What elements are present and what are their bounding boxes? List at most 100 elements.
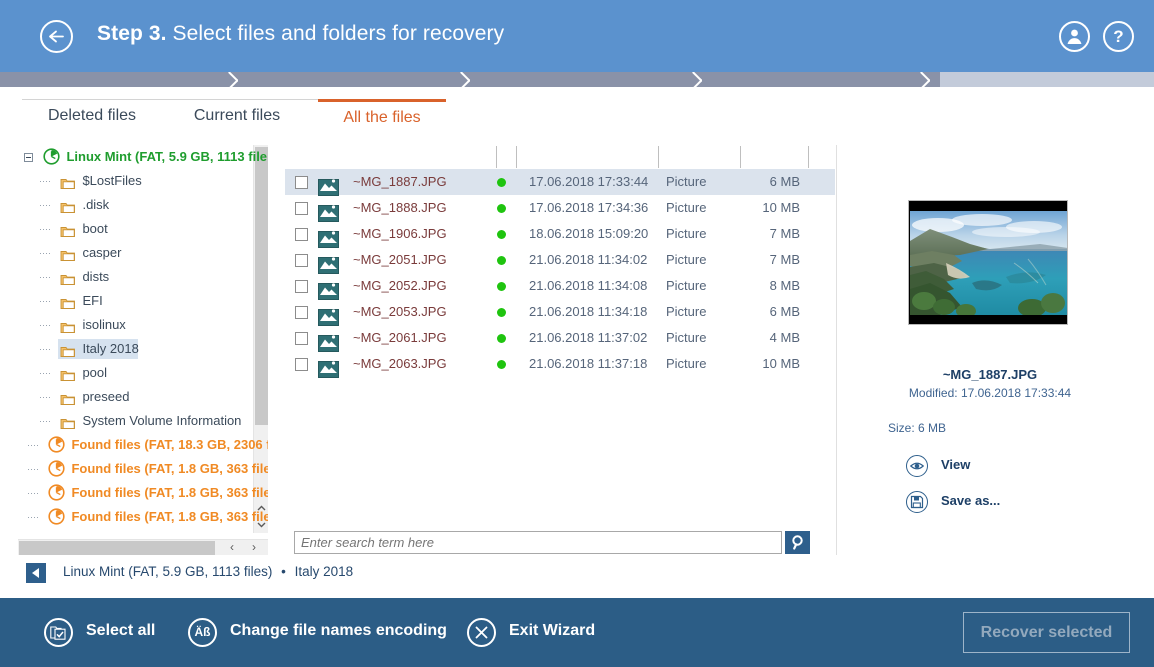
disk-clock-icon [48, 483, 66, 501]
table-row[interactable]: ~MG_2051.JPG 21.06.2018 11:34:02 Picture… [285, 247, 835, 274]
tree-item-lostfiles[interactable]: $LostFiles [18, 169, 268, 193]
tree-item-label: pool [82, 365, 108, 380]
tree-item-casper[interactable]: casper [18, 241, 268, 265]
tree-item-label: .disk [82, 197, 110, 212]
tree-item-found-files-4[interactable]: Found files (FAT, 1.8 GB, 363 files [18, 505, 268, 529]
progress-chevron [692, 72, 702, 87]
breadcrumb-back-button[interactable] [26, 563, 46, 583]
folder-icon [60, 222, 76, 237]
disk-clock-icon [48, 507, 66, 525]
file-size: 6 MB [769, 174, 800, 189]
picture-icon [318, 179, 339, 196]
user-account-button[interactable] [1059, 21, 1090, 52]
status-dot-good [497, 360, 506, 369]
breadcrumb-separator: • [281, 564, 286, 579]
tree-item-dists[interactable]: dists [18, 265, 268, 289]
help-button[interactable]: ? [1103, 21, 1134, 52]
recover-selected-button[interactable]: Recover selected [963, 612, 1130, 653]
file-name: ~MG_2063.JPG [353, 356, 447, 371]
tree-item-italy-2018[interactable]: Italy 2018 [18, 337, 268, 361]
row-checkbox[interactable] [295, 306, 308, 319]
search-input[interactable] [294, 531, 782, 554]
row-checkbox[interactable] [295, 332, 308, 345]
column-divider[interactable] [658, 146, 659, 168]
tree-item-found-files-2[interactable]: Found files (FAT, 1.8 GB, 363 files [18, 457, 268, 481]
floppy-disk-icon [906, 491, 928, 513]
footer-toolbar: Select all Äß Change file names encoding… [0, 598, 1154, 667]
file-preview-panel: ~MG_1887.JPG Modified: 17.06.2018 17:33:… [860, 145, 1140, 555]
tree-connector [28, 467, 38, 471]
scroll-left-button[interactable]: ‹ [224, 540, 240, 555]
file-list-header [285, 145, 835, 170]
tree-item-found-files-3[interactable]: Found files (FAT, 1.8 GB, 363 files [18, 481, 268, 505]
tree-item-disk[interactable]: .disk [18, 193, 268, 217]
file-type: Picture [666, 252, 707, 267]
encoding-glyph: Äß [194, 625, 211, 639]
file-name: ~MG_2053.JPG [353, 304, 447, 319]
row-checkbox[interactable] [295, 280, 308, 293]
row-checkbox[interactable] [295, 358, 308, 371]
title-text: Select files and folders for recovery [172, 22, 505, 45]
file-type: Picture [666, 200, 707, 215]
file-type: Picture [666, 174, 707, 189]
scrollbar-thumb[interactable] [255, 147, 268, 425]
table-row[interactable]: ~MG_1906.JPG 18.06.2018 15:09:20 Picture… [285, 221, 835, 248]
page-title: Step 3. Select files and folders for rec… [97, 22, 504, 46]
tree-item-preseed[interactable]: preseed [18, 385, 268, 409]
table-row[interactable]: ~MG_2061.JPG 21.06.2018 11:37:02 Picture… [285, 325, 835, 352]
file-list-panel: ~MG_1887.JPG 17.06.2018 17:33:44 Picture… [285, 145, 835, 555]
status-dot-good [497, 256, 506, 265]
folder-icon [60, 246, 76, 261]
save-as-label: Save as... [941, 493, 1001, 508]
table-row[interactable]: ~MG_2063.JPG 21.06.2018 11:37:18 Picture… [285, 351, 835, 378]
tree-item-label: Linux Mint (FAT, 5.9 GB, 1113 file [66, 149, 268, 164]
file-size: 4 MB [769, 330, 800, 345]
tree-item-root-volume[interactable]: Linux Mint (FAT, 5.9 GB, 1113 file [18, 145, 268, 169]
column-divider[interactable] [496, 146, 497, 168]
scroll-right-button[interactable]: › [246, 540, 262, 555]
folder-icon [60, 318, 76, 333]
table-row[interactable]: ~MG_1887.JPG 17.06.2018 17:33:44 Picture… [285, 169, 835, 196]
row-checkbox[interactable] [295, 228, 308, 241]
folder-icon [60, 174, 76, 189]
tab-label: All the files [343, 109, 421, 126]
collapse-icon[interactable] [24, 152, 33, 162]
tree-item-boot[interactable]: boot [18, 217, 268, 241]
tab-current-files[interactable]: Current files [167, 99, 307, 132]
tree-item-label: casper [82, 245, 122, 260]
tree-item-isolinux[interactable]: isolinux [18, 313, 268, 337]
tree-item-found-files-1[interactable]: Found files (FAT, 18.3 GB, 2306 fi [18, 433, 268, 457]
table-row[interactable]: ~MG_1888.JPG 17.06.2018 17:34:36 Picture… [285, 195, 835, 222]
file-date: 21.06.2018 11:37:18 [529, 356, 648, 371]
column-divider[interactable] [808, 146, 809, 168]
tree-item-pool[interactable]: pool [18, 361, 268, 385]
table-row[interactable]: ~MG_2053.JPG 21.06.2018 11:34:18 Picture… [285, 299, 835, 326]
file-size: 8 MB [769, 278, 800, 293]
breadcrumb-current[interactable]: Italy 2018 [295, 564, 354, 579]
sidebar-horizontal-scrollbar[interactable]: ‹ › [18, 539, 268, 555]
table-row[interactable]: ~MG_2052.JPG 21.06.2018 11:34:08 Picture… [285, 273, 835, 300]
tab-all-files[interactable]: All the files [318, 99, 446, 132]
status-dot-good [497, 204, 506, 213]
tree-connector [40, 251, 50, 255]
row-checkbox[interactable] [295, 254, 308, 267]
search-button[interactable] [785, 531, 810, 554]
tab-deleted-files[interactable]: Deleted files [22, 99, 162, 132]
row-checkbox[interactable] [295, 176, 308, 189]
column-divider[interactable] [740, 146, 741, 168]
tree-item-label: Italy 2018 [82, 341, 139, 356]
file-size: 10 MB [762, 356, 800, 371]
breadcrumb-root[interactable]: Linux Mint (FAT, 5.9 GB, 1113 files) [63, 564, 272, 579]
row-checkbox[interactable] [295, 202, 308, 215]
scrollbar-thumb[interactable] [19, 541, 215, 555]
tree-connector [40, 371, 50, 375]
column-divider[interactable] [516, 146, 517, 168]
folder-icon [60, 390, 76, 405]
tree-item-system-volume-information[interactable]: System Volume Information [18, 409, 268, 433]
status-dot-good [497, 178, 506, 187]
file-name: ~MG_1888.JPG [353, 200, 447, 215]
tree-item-efi[interactable]: EFI [18, 289, 268, 313]
back-button[interactable] [40, 20, 73, 53]
breadcrumb-text: Linux Mint (FAT, 5.9 GB, 1113 files) • I… [63, 564, 353, 579]
tree-connector [40, 227, 50, 231]
